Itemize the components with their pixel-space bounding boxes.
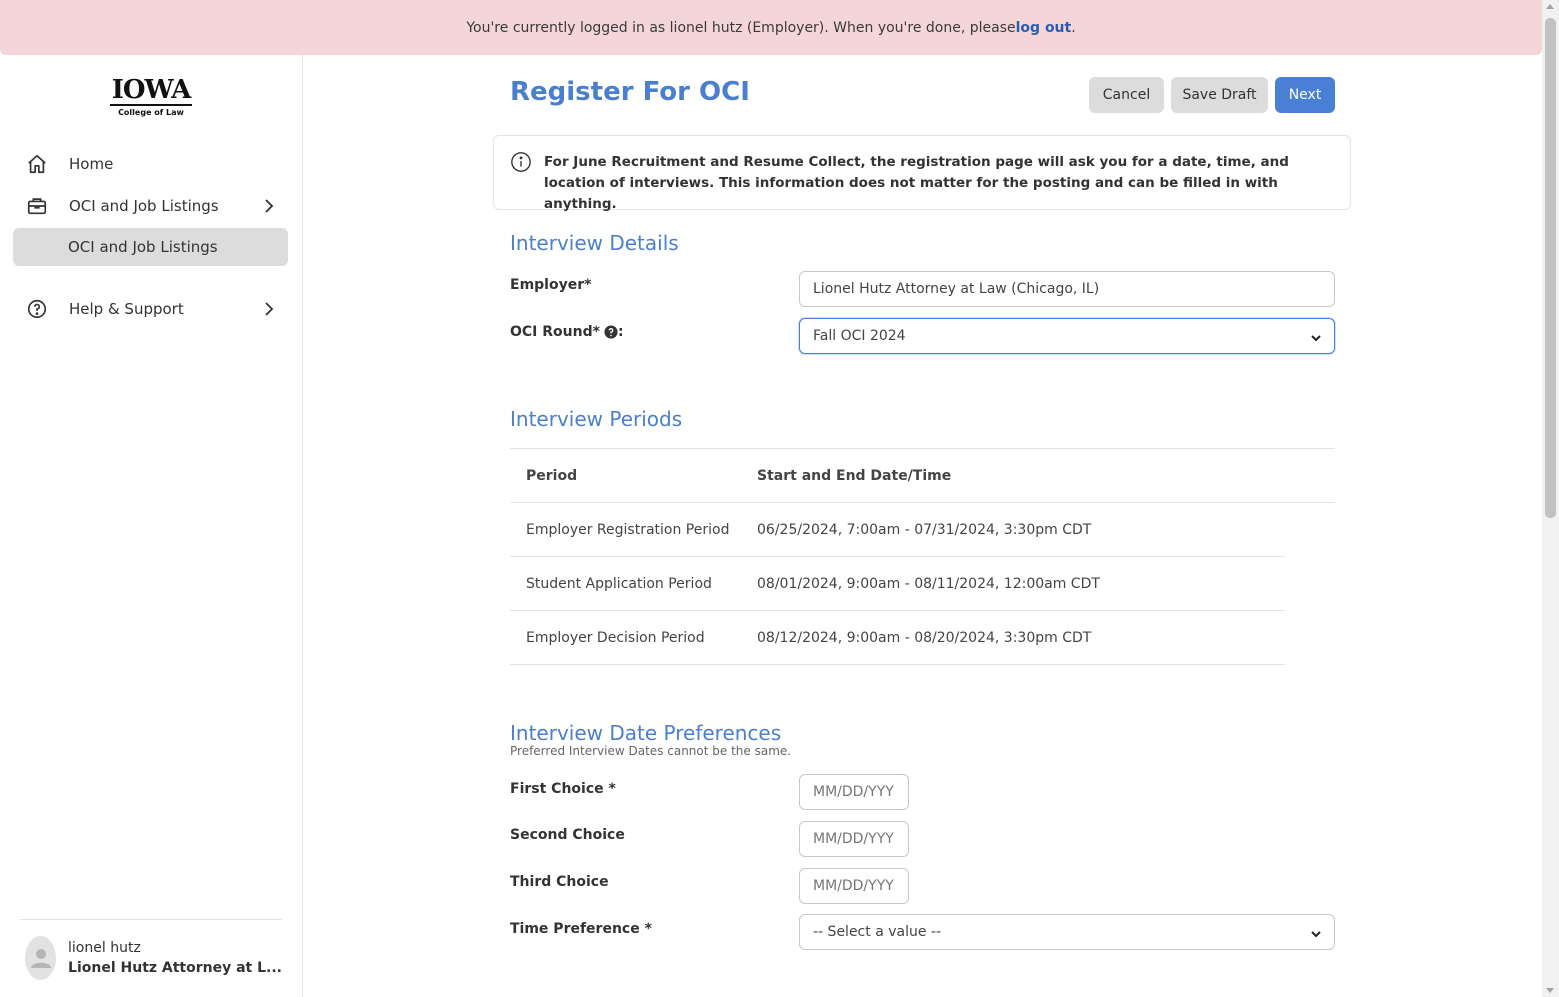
- period-datetime: 08/12/2024, 9:00am - 08/20/2024, 3:30pm …: [757, 629, 1092, 646]
- scroll-down-icon[interactable]: [1546, 988, 1554, 993]
- interview-periods-table: Period Start and End Date/Time Employer …: [510, 448, 1335, 665]
- oci-round-label-suffix: :: [617, 324, 624, 340]
- question-circle-icon[interactable]: [604, 325, 618, 339]
- second-choice-label: Second Choice: [510, 827, 625, 843]
- sidebar: IOWA College of Law Home OCI and Job Lis…: [0, 55, 303, 997]
- avatar: [25, 936, 57, 980]
- table-row: Employer Decision Period 08/12/2024, 9:0…: [510, 611, 1285, 665]
- employer-label: Employer*: [510, 277, 592, 293]
- user-org: Lionel Hutz Attorney at L...: [68, 960, 282, 976]
- sidebar-item-help-support[interactable]: Help & Support: [13, 290, 288, 328]
- sidebar-item-label: Help & Support: [69, 300, 184, 318]
- page-scrollbar[interactable]: [1542, 0, 1559, 997]
- next-button[interactable]: Next: [1275, 77, 1335, 113]
- sidebar-item-label: Home: [69, 155, 114, 173]
- first-choice-date-input[interactable]: [799, 774, 909, 810]
- user-name: lionel hutz: [68, 940, 141, 956]
- chevron-right-icon: [264, 301, 274, 321]
- logo-title: IOWA: [111, 75, 192, 105]
- time-preference-value: -- Select a value --: [813, 924, 942, 940]
- sidebar-item-home[interactable]: Home: [13, 145, 288, 183]
- employer-value: Lionel Hutz Attorney at Law (Chicago, IL…: [813, 281, 1100, 297]
- scrollbar-thumb[interactable]: [1545, 18, 1556, 518]
- main-content: Register For OCI Cancel Save Draft Next …: [303, 55, 1542, 997]
- info-text: For June Recruitment and Resume Collect,…: [544, 154, 1289, 212]
- interview-periods-title: Interview Periods: [510, 407, 683, 431]
- save-draft-button[interactable]: Save Draft: [1171, 77, 1268, 113]
- employer-field[interactable]: Lionel Hutz Attorney at Law (Chicago, IL…: [799, 271, 1335, 307]
- period-datetime: 08/01/2024, 9:00am - 08/11/2024, 12:00am…: [757, 575, 1100, 592]
- period-name: Employer Decision Period: [526, 629, 705, 646]
- second-choice-date-input[interactable]: [799, 821, 909, 857]
- sidebar-subitem-oci-job-listings[interactable]: OCI and Job Listings: [13, 228, 288, 266]
- period-datetime: 06/25/2024, 7:00am - 07/31/2024, 3:30pm …: [757, 521, 1092, 538]
- oci-round-select[interactable]: Fall OCI 2024: [799, 318, 1335, 354]
- period-name: Employer Registration Period: [526, 521, 730, 538]
- column-header-period: Period: [526, 467, 578, 484]
- cancel-button[interactable]: Cancel: [1089, 77, 1164, 113]
- info-icon: [510, 151, 532, 173]
- home-icon: [25, 152, 49, 176]
- table-row: Student Application Period 08/01/2024, 9…: [510, 557, 1285, 611]
- table-row: Employer Registration Period 06/25/2024,…: [510, 503, 1285, 557]
- logo-subtitle: College of Law: [118, 108, 184, 117]
- date-preferences-title: Interview Date Preferences: [510, 721, 782, 745]
- chevron-right-icon: [264, 198, 274, 218]
- banner-suffix: .: [1071, 19, 1076, 36]
- user-profile[interactable]: lionel hutz Lionel Hutz Attorney at L...: [20, 919, 282, 980]
- table-header: Period Start and End Date/Time: [510, 448, 1335, 503]
- chevron-down-icon: [1310, 927, 1322, 943]
- interview-details-title: Interview Details: [510, 231, 679, 255]
- page-title: Register For OCI: [510, 77, 750, 107]
- scroll-up-icon[interactable]: [1546, 4, 1554, 9]
- iowa-law-logo[interactable]: IOWA College of Law: [110, 77, 192, 117]
- third-choice-date-input[interactable]: [799, 868, 909, 904]
- date-preferences-note: Preferred Interview Dates cannot be the …: [510, 744, 792, 758]
- period-name: Student Application Period: [526, 575, 712, 592]
- oci-round-value: Fall OCI 2024: [813, 328, 906, 344]
- login-banner: You're currently logged in as lionel hut…: [0, 0, 1542, 55]
- chevron-down-icon: [1310, 331, 1322, 347]
- oci-round-label: OCI Round* :: [510, 324, 624, 340]
- help-circle-icon: [25, 297, 49, 321]
- time-preference-label: Time Preference *: [510, 921, 652, 937]
- log-out-link[interactable]: log out: [1016, 20, 1072, 36]
- time-preference-select[interactable]: -- Select a value --: [799, 914, 1335, 950]
- briefcase-icon: [25, 194, 49, 218]
- column-header-datetime: Start and End Date/Time: [757, 467, 952, 484]
- info-notice: For June Recruitment and Resume Collect,…: [493, 135, 1351, 212]
- sidebar-item-oci-job-listings[interactable]: OCI and Job Listings: [13, 187, 288, 225]
- sidebar-item-label: OCI and Job Listings: [69, 197, 219, 215]
- oci-round-label-text: OCI Round*: [510, 324, 600, 340]
- third-choice-label: Third Choice: [510, 874, 609, 890]
- sidebar-item-label: OCI and Job Listings: [68, 238, 218, 256]
- first-choice-label: First Choice *: [510, 781, 616, 797]
- banner-text: You're currently logged in as lionel hut…: [466, 19, 1016, 36]
